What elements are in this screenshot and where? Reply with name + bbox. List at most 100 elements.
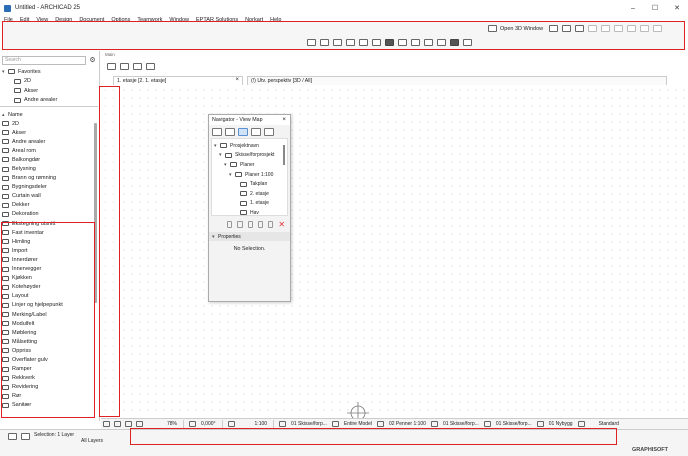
list-item[interactable]: Overflater gulv [2, 355, 94, 364]
layout-book-icon[interactable] [251, 127, 261, 136]
pan-icon[interactable] [640, 25, 650, 32]
dimension-icon[interactable] [463, 39, 472, 46]
filter-icon[interactable] [21, 433, 30, 440]
navigator-scrollbar[interactable] [283, 145, 285, 165]
favorite-item[interactable]: 2D [2, 77, 96, 87]
chevron-down-icon[interactable]: ▾ [219, 152, 224, 158]
save-view-icon[interactable] [247, 220, 253, 228]
clone-icon[interactable] [237, 220, 243, 228]
navigator-title-bar[interactable]: Navigator - View Map × [209, 115, 290, 125]
list-item[interactable]: Akser [2, 128, 94, 137]
new-folder-icon[interactable] [227, 220, 233, 228]
tab-3d-perspective[interactable]: (!) Utv. perspektiv [3D / All] [247, 76, 667, 85]
beam-icon[interactable] [333, 39, 342, 46]
view-map-item[interactable]: ▾ Prosjektnavn [212, 141, 287, 151]
zone-icon[interactable] [385, 39, 394, 46]
favorites-root[interactable]: ▾ Favorites [2, 67, 96, 77]
view-map-item[interactable]: Hav [212, 208, 287, 218]
view-map-item[interactable]: ▾ Planer [212, 160, 287, 170]
orbit-icon[interactable] [601, 25, 611, 32]
bulb-icon[interactable] [575, 25, 585, 32]
close-button[interactable]: ✕ [666, 0, 688, 16]
guide-icon[interactable] [133, 63, 142, 70]
roof-icon[interactable] [359, 39, 368, 46]
figure-icon[interactable] [588, 25, 598, 32]
favorite-item[interactable]: Akser [2, 86, 96, 96]
zoom-in-icon[interactable] [125, 421, 132, 427]
undo-icon[interactable] [103, 421, 110, 427]
slab-icon[interactable] [346, 39, 355, 46]
project-chooser-icon[interactable] [212, 127, 222, 136]
list-item[interactable]: Curtain wall [2, 192, 94, 201]
snap-icon[interactable] [120, 63, 129, 70]
pen-icon[interactable] [376, 421, 384, 427]
layers-icon[interactable] [279, 421, 287, 427]
list-item[interactable]: Innervegger [2, 265, 94, 274]
list-item[interactable]: Dekker [2, 201, 94, 210]
angle-value[interactable]: 0,000° [201, 421, 216, 427]
list-item[interactable]: Areal rom [2, 146, 94, 155]
arrow-tool-icon[interactable] [107, 63, 116, 70]
list-item[interactable]: Brann og rømning [2, 174, 94, 183]
model-view-icon[interactable] [331, 421, 339, 427]
zoom-value[interactable]: 78% [167, 421, 177, 427]
model-view-select[interactable]: Entire Model [344, 421, 372, 427]
wall-icon[interactable] [320, 39, 329, 46]
settings-icon[interactable] [268, 220, 274, 228]
view-map-item[interactable]: ▾ Skisse/forprosjekt [212, 151, 287, 161]
view-map-item[interactable]: Takplan [212, 179, 287, 189]
list-item[interactable]: Fast inventar [2, 228, 94, 237]
open-3d-window-button[interactable]: Open 3D Window [486, 25, 543, 32]
structure-icon[interactable] [577, 421, 585, 427]
section-icon[interactable] [562, 25, 572, 32]
list-item[interactable]: Ekstegning utsnitt [2, 219, 94, 228]
tab-floor-plan[interactable]: 1. etasje [2. 1. etasje] × [113, 76, 243, 85]
list-item[interactable]: Revidering [2, 383, 94, 392]
renovation-select[interactable]: 01 Nybygg [549, 421, 573, 427]
list-item[interactable]: Himling [2, 237, 94, 246]
list-item[interactable]: Kotehøyder [2, 283, 94, 292]
settings-icon[interactable] [653, 25, 663, 32]
canvas-left-strip[interactable] [101, 86, 120, 416]
list-item[interactable]: Dekoration [2, 210, 94, 219]
list-item[interactable]: Balkongdør [2, 155, 94, 164]
renovation-icon[interactable] [536, 421, 544, 427]
object-icon[interactable] [437, 39, 446, 46]
view-map-icon[interactable] [238, 127, 248, 136]
list-item[interactable]: Bygningsdeler [2, 183, 94, 192]
rotate-icon[interactable] [189, 421, 197, 427]
marquee-icon[interactable] [307, 39, 316, 46]
view-map-item[interactable]: 2. etasje [212, 189, 287, 199]
chevron-down-icon[interactable]: ▾ [214, 143, 219, 149]
list-item[interactable]: Merking/Label [2, 310, 94, 319]
close-icon[interactable]: × [282, 116, 286, 123]
pointer-icon[interactable] [146, 63, 155, 70]
list-item[interactable]: 2D [2, 119, 94, 128]
layout-icon[interactable] [549, 25, 559, 32]
dimension-style-icon[interactable] [483, 421, 491, 427]
mvo-select[interactable]: 01 Skisse/forp... [443, 421, 479, 427]
fit-icon[interactable] [627, 25, 637, 32]
list-item[interactable]: Linjer og hjelpepunkt [2, 301, 94, 310]
window-icon[interactable] [424, 39, 433, 46]
close-icon[interactable]: × [235, 77, 239, 83]
maximize-button[interactable]: ☐ [644, 0, 666, 16]
chevron-down-icon[interactable]: ▾ [2, 69, 7, 75]
list-item[interactable]: Rør [2, 392, 94, 401]
list-item[interactable]: Belysning [2, 164, 94, 173]
properties-header[interactable]: ▾ Properties [209, 232, 290, 241]
door-icon[interactable] [411, 39, 420, 46]
pen-set-select[interactable]: 02 Penner 1:100 [389, 421, 426, 427]
fill-icon[interactable] [450, 39, 459, 46]
project-map-icon[interactable] [225, 127, 235, 136]
view-map-item[interactable]: 1. etasje [212, 199, 287, 209]
grid-icon[interactable] [614, 25, 624, 32]
list-item[interactable]: Layout [2, 292, 94, 301]
favorite-item[interactable]: Andre arealer [2, 96, 96, 106]
dimension-select[interactable]: 01 Skisse/forp... [496, 421, 532, 427]
list-item[interactable]: Oppriss [2, 346, 94, 355]
chevron-down-icon[interactable]: ▾ [224, 162, 229, 168]
stair-icon[interactable] [372, 39, 381, 46]
list-item[interactable]: Import [2, 246, 94, 255]
info-icon[interactable] [8, 433, 17, 440]
